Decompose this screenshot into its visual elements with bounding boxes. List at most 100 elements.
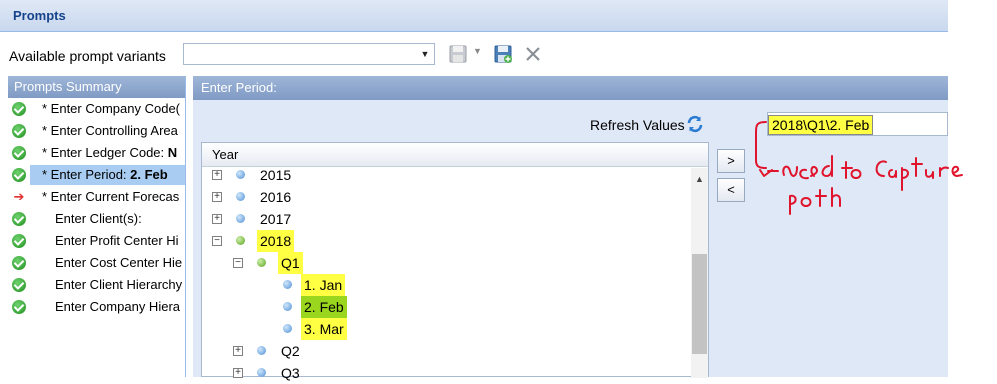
- refresh-icon[interactable]: [685, 114, 705, 134]
- summary-row[interactable]: Enter Company Hiera: [8, 296, 185, 318]
- tree-node[interactable]: + Q2: [202, 340, 690, 362]
- title-bar: Prompts: [0, 0, 948, 32]
- summary-row-label: Enter Profit Center Hi: [55, 230, 179, 252]
- prompts-summary-header: Prompts Summary: [8, 76, 185, 98]
- checkmark-icon: [12, 256, 26, 270]
- tree-node-icon: [236, 192, 245, 201]
- scroll-up-icon[interactable]: ▲: [695, 174, 704, 184]
- collapse-icon[interactable]: −: [233, 258, 243, 268]
- expand-icon[interactable]: +: [212, 170, 222, 180]
- summary-row-text: * Enter Controlling Area: [42, 123, 178, 138]
- tree-node-icon: [283, 302, 292, 311]
- collapse-icon[interactable]: −: [212, 236, 222, 246]
- summary-row-text: * Enter Company Code(: [42, 101, 181, 116]
- summary-row-text: Enter Cost Center Hie: [55, 255, 183, 270]
- summary-row-label: Enter Cost Center Hie: [55, 252, 182, 274]
- save-dropdown-icon[interactable]: ▼: [473, 46, 482, 56]
- summary-row-text: Enter Client(s):: [55, 211, 142, 226]
- tree-node-icon: [257, 346, 266, 355]
- tree-node-label: 3. Mar: [301, 318, 347, 340]
- tree-node[interactable]: +2016: [202, 186, 690, 208]
- tree-node-label: Q1: [278, 252, 303, 274]
- tree-node[interactable]: +2015: [202, 164, 690, 186]
- summary-row-label: * Enter Ledger Code: N: [42, 142, 177, 164]
- summary-row-value: 2. Feb: [130, 167, 168, 182]
- summary-row-text: Enter Company Hiera: [55, 299, 180, 314]
- arrow-right-icon: ➔: [13, 189, 25, 204]
- summary-row-label: * Enter Period: 2. Feb: [42, 164, 168, 186]
- summary-row-label: * Enter Current Forecas: [42, 186, 179, 208]
- expand-icon[interactable]: +: [212, 214, 222, 224]
- remove-value-button[interactable]: <: [717, 178, 745, 202]
- tree-node-label: 2. Feb: [301, 296, 347, 318]
- summary-row-label: Enter Client Hierarchy: [55, 274, 182, 296]
- scroll-thumb[interactable]: [692, 254, 707, 354]
- summary-row[interactable]: ➔ * Enter Current Forecas: [8, 186, 185, 208]
- checkmark-icon: [12, 168, 26, 182]
- summary-row[interactable]: * Enter Period: 2. Feb: [8, 164, 185, 186]
- tree-node[interactable]: + Q3: [202, 362, 690, 384]
- tree-node-label: 2015: [260, 167, 292, 183]
- summary-row[interactable]: * Enter Ledger Code: N: [8, 142, 185, 164]
- chevron-down-icon[interactable]: ▼: [418, 44, 432, 64]
- summary-list: * Enter Company Code( * Enter Controlling…: [8, 98, 185, 318]
- tree-node-icon: [257, 368, 266, 377]
- prompts-summary-panel: Prompts Summary * Enter Company Code(* E…: [8, 76, 186, 377]
- summary-row[interactable]: Enter Client(s):: [8, 208, 185, 230]
- tree-scrollbar[interactable]: ▲: [691, 168, 708, 378]
- window-title: Prompts: [13, 8, 66, 23]
- summary-row-label: * Enter Controlling Area: [42, 120, 178, 142]
- checkmark-icon: [12, 212, 26, 226]
- tree-node[interactable]: − 2018: [202, 230, 690, 252]
- add-value-button[interactable]: >: [717, 149, 745, 173]
- tree-node-label: Q3: [281, 365, 300, 381]
- save-as-icon[interactable]: [492, 43, 514, 65]
- variants-label: Available prompt variants: [9, 48, 166, 64]
- tree-node-icon: [283, 280, 292, 289]
- summary-row[interactable]: Enter Cost Center Hie: [8, 252, 185, 274]
- tree-node[interactable]: 1. Jan: [202, 274, 690, 296]
- checkmark-icon: [12, 300, 26, 314]
- expand-icon[interactable]: +: [212, 192, 222, 202]
- summary-row[interactable]: * Enter Controlling Area: [8, 120, 185, 142]
- expand-icon[interactable]: +: [233, 346, 243, 356]
- period-tree: Year +2015 +2016 +2017−2018− Q1 1. Jan 2. Feb…: [201, 142, 709, 381]
- tree-node-label: 2017: [260, 211, 292, 227]
- summary-row-label: * Enter Company Code(: [42, 98, 180, 120]
- tree-node-label: 2016: [260, 189, 292, 205]
- tree-node-label: Q2: [281, 343, 300, 359]
- tree-node[interactable]: 2. Feb: [202, 296, 690, 318]
- summary-row[interactable]: Enter Profit Center Hi: [8, 230, 185, 252]
- checkmark-icon: [12, 234, 26, 248]
- summary-row[interactable]: Enter Client Hierarchy: [8, 274, 185, 296]
- tree-node-label: 2018: [257, 230, 295, 252]
- tree-node[interactable]: +2017: [202, 208, 690, 230]
- summary-row-label: Enter Company Hiera: [55, 296, 180, 318]
- summary-row-text: * Enter Ledger Code:: [42, 145, 168, 160]
- checkmark-icon: [12, 102, 26, 116]
- handwritten-annotation: [755, 121, 963, 215]
- tree-node-icon: [257, 258, 266, 267]
- summary-row-text: Enter Profit Center Hi: [55, 233, 179, 248]
- tree-node[interactable]: 3. Mar: [202, 318, 690, 340]
- tree-node-icon: [236, 214, 245, 223]
- tree-node-icon: [236, 236, 245, 245]
- checkmark-icon: [12, 124, 26, 138]
- refresh-values-label[interactable]: Refresh Values: [590, 117, 685, 133]
- checkmark-icon: [12, 146, 26, 160]
- summary-row-text: Enter Client Hierarchy: [55, 277, 183, 292]
- summary-row[interactable]: * Enter Company Code(: [8, 98, 185, 120]
- delete-icon[interactable]: [522, 43, 544, 65]
- checkmark-icon: [12, 278, 26, 292]
- tree-node[interactable]: − Q1: [202, 252, 690, 274]
- tree-node-icon: [283, 324, 292, 333]
- summary-row-value: N: [167, 145, 178, 160]
- save-icon[interactable]: [447, 43, 469, 65]
- summary-row-text: * Enter Period:: [42, 167, 131, 182]
- summary-row-label: Enter Client(s):: [55, 208, 142, 230]
- toolbar: Available prompt variants ▼ ▼: [0, 33, 948, 75]
- summary-row-text: * Enter Current Forecas: [42, 189, 180, 204]
- variant-select[interactable]: ▼: [183, 43, 435, 65]
- tree-node-label: 1. Jan: [301, 274, 346, 296]
- enter-period-header: Enter Period:: [193, 76, 948, 100]
